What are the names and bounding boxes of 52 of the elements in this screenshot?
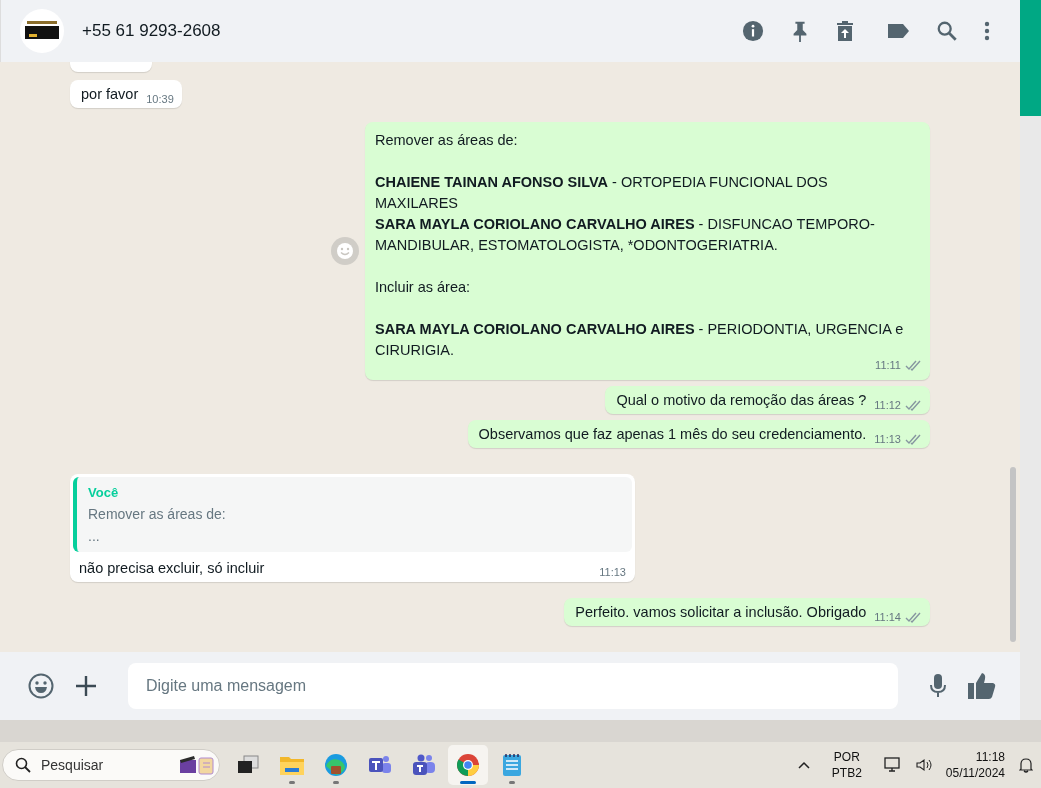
message-text: Qual o motivo da remoção das áreas ? — [616, 392, 867, 408]
thumbs-up-icon[interactable] — [968, 673, 996, 699]
browser-icon — [324, 753, 348, 777]
message-time: 11:12 — [874, 399, 901, 411]
quote-text: Remover as áreas de: — [88, 506, 227, 522]
trash-icon[interactable] — [836, 20, 854, 42]
browser-icon — [456, 753, 480, 777]
notepad-icon — [502, 753, 522, 777]
clock-time[interactable]: 11:18 — [975, 749, 1005, 765]
message-time: 11:13 — [874, 433, 901, 445]
taskbar-search-field[interactable]: Pesquisar — [2, 749, 220, 781]
message-text: SARA MAYLA CORIOLANO CARVALHO AIRES - DISFUNCAO TEMPORO-MANDIBULAR, ESTOMATOLOGISTA, *ODONTOGERIATRIA. — [375, 215, 876, 255]
message-text: CHAIENE TAINAN AFONSO SILVA - ORTOPEDIA FUNCIONAL DOS MAXILARES — [375, 173, 829, 213]
message-time: 10:39 — [146, 93, 174, 105]
plus-icon[interactable] — [76, 676, 96, 696]
quoted-message[interactable]: Você Remover as áreas de: ... — [73, 477, 632, 552]
search-icon — [15, 757, 31, 773]
contact-number[interactable]: +55 61 9293-2608 — [82, 21, 221, 41]
folder-icon — [280, 755, 304, 775]
keyboard-language[interactable]: POR — [833, 749, 860, 765]
search-placeholder: Pesquisar — [41, 757, 105, 773]
menu-icon[interactable] — [984, 21, 990, 41]
quote-author: Você — [88, 485, 120, 500]
search-icon[interactable] — [936, 20, 958, 42]
message-text: Remover as áreas de: — [375, 131, 519, 150]
bell-icon[interactable] — [1019, 757, 1033, 773]
clapperboard-icon — [179, 755, 215, 775]
contact-avatar[interactable] — [20, 9, 64, 53]
message-text: Incluir as área: — [375, 278, 472, 297]
message-text: SARA MAYLA CORIOLANO CARVALHO AIRES - PERIODONTIA, URGENCIA e CIRURIGIA. — [375, 320, 905, 360]
teams-icon — [368, 754, 392, 776]
scrollbar-thumb[interactable] — [1010, 467, 1016, 642]
message-time: 11:13 — [599, 566, 626, 578]
message-text: Observamos que faz apenas 1 mês do seu credenciamento. — [478, 426, 867, 442]
clock-date[interactable]: 05/11/2024 — [945, 765, 1005, 781]
smiley-icon[interactable] — [28, 673, 54, 699]
speaker-icon[interactable] — [915, 758, 932, 772]
task-view-icon — [237, 755, 259, 775]
quote-text: ... — [88, 528, 101, 544]
logo-icon — [25, 21, 59, 41]
info-icon[interactable] — [742, 20, 764, 42]
message-text: não precisa excluir, só incluir — [79, 560, 265, 576]
message-input[interactable]: Digite uma mensagem — [128, 663, 898, 709]
message-time: 11:11 — [875, 358, 901, 373]
message-time: 11:14 — [874, 611, 901, 623]
teams-icon — [412, 754, 436, 776]
keyboard-language[interactable]: PTB2 — [831, 765, 862, 781]
message-text: Perfeito. vamos solicitar a inclusão. Obrigado — [575, 604, 867, 620]
message-text: por favor — [81, 86, 139, 102]
label-icon[interactable] — [886, 22, 910, 40]
microphone-icon[interactable] — [930, 674, 946, 698]
chevron-up-icon[interactable] — [797, 761, 810, 769]
